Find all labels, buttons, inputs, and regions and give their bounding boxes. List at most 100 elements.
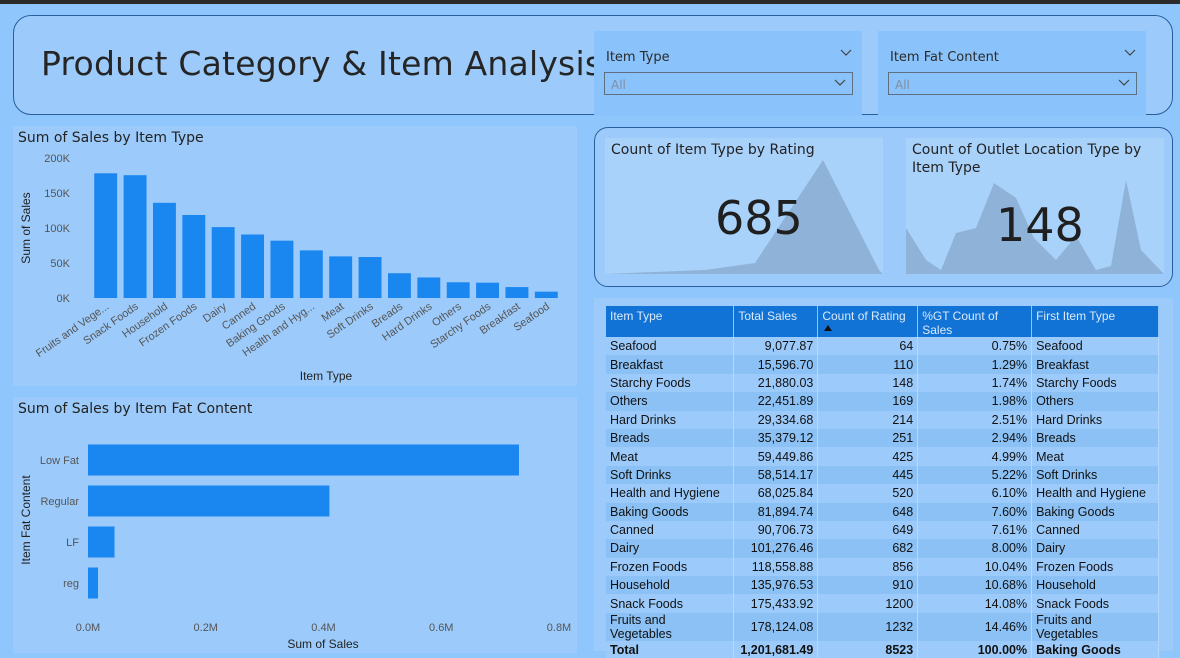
table-cell: 682 bbox=[817, 539, 919, 558]
item-fat-content-slicer[interactable]: Item Fat Content All bbox=[878, 31, 1146, 116]
table-row[interactable]: Health and Hygiene 68,025.84 520 6.10% Healt… bbox=[606, 484, 1159, 503]
table-row[interactable]: Breads 35,379.12 251 2.94% Breads bbox=[606, 428, 1159, 448]
slicer-title: Item Type bbox=[606, 50, 670, 65]
column-header[interactable]: %GT Count of Sales bbox=[917, 306, 1033, 337]
table-cell: Baking Goods bbox=[606, 502, 735, 521]
table-total-row: Total 1,201,681.49 8523 100.00% Baking Goods bbox=[606, 640, 1159, 658]
bar-frozen-foods bbox=[182, 215, 206, 298]
column-header[interactable]: Total Sales bbox=[733, 306, 819, 337]
table-cell: Seafood bbox=[1031, 337, 1159, 356]
table-cell: Starchy Foods bbox=[1031, 373, 1159, 393]
table-cell: Frozen Foods bbox=[606, 557, 735, 577]
table-cell: Fruits and Vegetables bbox=[606, 612, 735, 641]
table-cell: Soft Drinks bbox=[1031, 465, 1159, 485]
bar-health-and-hygiene bbox=[299, 250, 323, 298]
table-cell: 1.29% bbox=[917, 355, 1033, 374]
table-cell: 2.51% bbox=[917, 410, 1033, 429]
sales-by-fat-content-panel: Sum of Sales by Item Fat Content Low Fat… bbox=[13, 397, 577, 653]
table-row[interactable]: Meat 59,449.86 425 4.99% Meat bbox=[606, 447, 1159, 466]
table-row[interactable]: Baking Goods 81,894.74 648 7.60% Baking Good… bbox=[606, 502, 1159, 521]
table-cell: 175,433.92 bbox=[733, 594, 819, 613]
table-cell: 90,706.73 bbox=[733, 520, 819, 540]
table-cell: 6.10% bbox=[917, 484, 1033, 503]
table-cell: Health and Hygiene bbox=[1031, 484, 1159, 503]
sort-ascending-icon bbox=[824, 325, 833, 331]
table-row[interactable]: Others 22,451.89 169 1.98% Others bbox=[606, 392, 1159, 411]
y-tick-label: 200K bbox=[44, 153, 70, 165]
table-cell: 29,334.68 bbox=[733, 410, 819, 429]
table-cell: 2.94% bbox=[917, 428, 1033, 448]
bar-breads bbox=[387, 273, 411, 298]
table-row[interactable]: Household 135,976.53 910 10.68% Household bbox=[606, 576, 1159, 595]
table-row[interactable]: Hard Drinks 29,334.68 214 2.51% Hard Drinks bbox=[606, 410, 1159, 429]
table-cell: Soft Drinks bbox=[606, 465, 735, 485]
x-tick-label: 0.0M bbox=[76, 622, 100, 634]
table-total-cell: 1,201,681.49 bbox=[733, 640, 819, 658]
table-row[interactable]: Starchy Foods 21,880.03 148 1.74% Starchy Fo… bbox=[606, 373, 1159, 393]
table-cell: 1.98% bbox=[917, 392, 1033, 411]
kpi-cards-panel: Count of Item Type by Rating 685 Count o… bbox=[594, 127, 1173, 287]
table-cell: 22,451.89 bbox=[733, 392, 819, 411]
column-header-sorted[interactable]: Count of Rating bbox=[817, 306, 919, 337]
table-cell: Household bbox=[606, 576, 735, 595]
table-cell: Meat bbox=[606, 447, 735, 466]
bar-household bbox=[152, 202, 176, 298]
chevron-down-icon[interactable] bbox=[840, 49, 852, 57]
table-cell: Others bbox=[1031, 392, 1159, 411]
table-cell: 35,379.12 bbox=[733, 428, 819, 448]
column-header[interactable]: First Item Type bbox=[1031, 306, 1159, 337]
table-cell: 7.60% bbox=[917, 502, 1033, 521]
table-total-cell: 8523 bbox=[817, 640, 919, 658]
table-cell: 14.08% bbox=[917, 594, 1033, 613]
table-row[interactable]: Seafood 9,077.87 64 0.75% Seafood bbox=[606, 337, 1159, 356]
bar-lf bbox=[88, 526, 115, 558]
table-cell: Breads bbox=[1031, 428, 1159, 448]
table-cell: 10.04% bbox=[917, 557, 1033, 577]
x-axis-title: Item Type bbox=[300, 369, 353, 383]
x-tick-label: 0.4M bbox=[311, 622, 335, 634]
card-title: Count of Outlet Location Type by Item Ty… bbox=[912, 142, 1142, 176]
table-row[interactable]: Soft Drinks 58,514.17 445 5.22% Soft Drinks bbox=[606, 465, 1159, 485]
top-bar bbox=[0, 0, 1180, 4]
table-row[interactable]: Canned 90,706.73 649 7.61% Canned bbox=[606, 520, 1159, 540]
table-cell: 68,025.84 bbox=[733, 484, 819, 503]
chevron-down-icon[interactable] bbox=[1124, 49, 1136, 57]
y-tick-label: 100K bbox=[44, 223, 70, 235]
column-header[interactable]: Item Type bbox=[606, 306, 735, 337]
table-cell: 64 bbox=[817, 337, 919, 356]
table-cell: 5.22% bbox=[917, 465, 1033, 485]
bar-dairy bbox=[211, 227, 235, 298]
item-type-table: Item Type Total Sales Count of Rating %G… bbox=[606, 306, 1159, 658]
table-row[interactable]: Snack Foods 175,433.92 1200 14.08% Snack Foo… bbox=[606, 594, 1159, 613]
table-cell: 425 bbox=[817, 447, 919, 466]
bar-canned bbox=[241, 234, 265, 298]
chevron-down-icon bbox=[1118, 79, 1130, 86]
table-row[interactable]: Breakfast 15,596.70 110 1.29% Breakfast bbox=[606, 355, 1159, 374]
item-type-dropdown[interactable]: All bbox=[604, 72, 853, 95]
table-row[interactable]: Frozen Foods 118,558.88 856 10.04% Frozen Fo… bbox=[606, 557, 1159, 577]
table-cell: 169 bbox=[817, 392, 919, 411]
item-type-slicer[interactable]: Item Type All bbox=[594, 31, 862, 116]
y-tick-label: 150K bbox=[44, 188, 70, 200]
item-fat-content-dropdown[interactable]: All bbox=[888, 72, 1137, 95]
table-cell: Hard Drinks bbox=[1031, 410, 1159, 429]
table-cell: 0.75% bbox=[917, 337, 1033, 356]
table-row[interactable]: Fruits and Vegetables 178,124.08 1232 14.46… bbox=[606, 612, 1159, 641]
table-cell: 8.00% bbox=[917, 539, 1033, 558]
sales-by-fat-content-chart: Low Fat Regular LF reg 0.0M 0.2M 0.4M 0.6M 0.8M S… bbox=[19, 444, 571, 651]
table-cell: 10.68% bbox=[917, 576, 1033, 595]
table-cell: 110 bbox=[817, 355, 919, 374]
table-cell: 1232 bbox=[817, 612, 919, 641]
table-row[interactable]: Dairy 101,276.46 682 8.00% Dairy bbox=[606, 539, 1159, 558]
y-axis-title: Item Fat Content bbox=[19, 475, 33, 565]
table-cell: 59,449.86 bbox=[733, 447, 819, 466]
table-total-cell: Total bbox=[606, 640, 735, 658]
bar-breakfast bbox=[505, 287, 529, 298]
y-tick-label: LF bbox=[66, 537, 79, 549]
card-title: Count of Item Type by Rating bbox=[611, 142, 815, 158]
x-tick-label: 0.6M bbox=[429, 622, 453, 634]
slicer-title: Item Fat Content bbox=[890, 50, 999, 65]
table-cell: 81,894.74 bbox=[733, 502, 819, 521]
y-axis-title: Sum of Sales bbox=[19, 192, 33, 263]
table-total-cell: Baking Goods bbox=[1031, 640, 1159, 658]
